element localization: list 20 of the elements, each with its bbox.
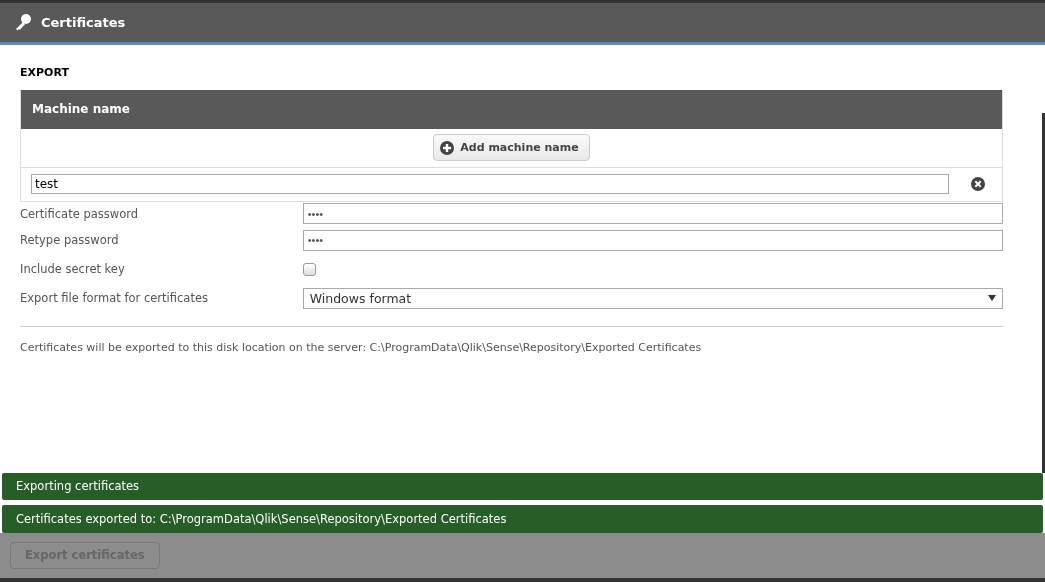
info-text: Certificates will be exported to this disk location on the server: C:\ProgramData\Qlik\Sense\Repository\Exported Certificates bbox=[20, 340, 703, 354]
machine-name-field[interactable]: test bbox=[31, 174, 949, 195]
field-label: Retype password bbox=[20, 233, 120, 248]
password-field[interactable]: •••• bbox=[302, 203, 1003, 225]
key-icon bbox=[14, 13, 32, 32]
remove-icon[interactable] bbox=[971, 177, 985, 192]
field-label: Include secret key bbox=[20, 262, 126, 277]
format-dropdown[interactable]: Windows format bbox=[302, 287, 1003, 309]
notification-text: Certificates exported to: C:\ProgramData\Qlik\Sense\Repository\Exported Certificates bbox=[16, 511, 507, 526]
notification-text: Exporting certificates bbox=[16, 479, 140, 494]
section-title: EXPORT bbox=[20, 65, 70, 81]
password-field[interactable]: •••• bbox=[302, 229, 1003, 251]
plus-icon bbox=[440, 140, 455, 155]
caret-icon bbox=[988, 295, 996, 302]
column-title: Machine name bbox=[32, 102, 130, 117]
add-machine-button[interactable]: Add machine name bbox=[433, 134, 590, 162]
field-label: Certificate password bbox=[20, 206, 139, 221]
checkbox[interactable] bbox=[303, 262, 316, 276]
field-label: Export file format for certificates bbox=[20, 291, 209, 306]
page-title: Certificates bbox=[41, 14, 126, 30]
